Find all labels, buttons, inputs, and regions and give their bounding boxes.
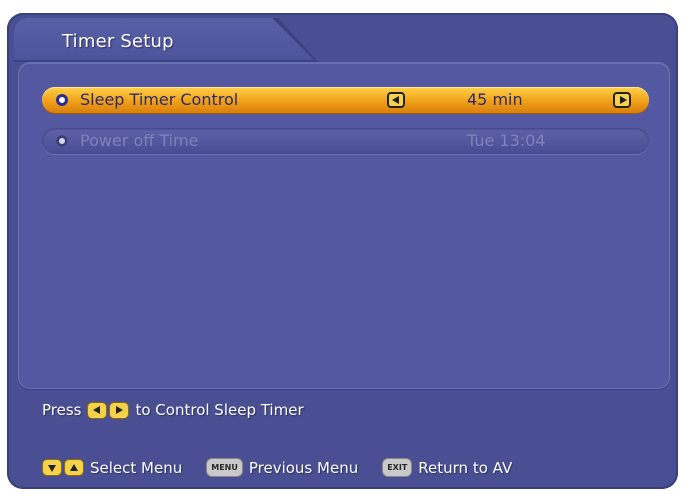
up-down-keys [42, 459, 84, 476]
bullet-icon [56, 94, 68, 106]
right-arrow-icon[interactable] [613, 92, 631, 108]
left-key-icon [87, 401, 108, 419]
hint-prefix: Press [42, 401, 82, 419]
hint-bar: Press to Control Sleep Timer [42, 401, 304, 419]
exit-key-icon: EXIT [382, 458, 413, 477]
previous-menu-label: Previous Menu [248, 458, 359, 477]
menu-item-label: Sleep Timer Control [80, 90, 239, 109]
up-key-icon [64, 459, 84, 476]
return-to-av-label: Return to AV [418, 458, 513, 477]
menu-item-value: Tue 13:04 [467, 131, 546, 150]
menu-item-sleep-timer-control[interactable]: Sleep Timer Control 45 min [42, 87, 649, 113]
menu-item-value: 45 min [467, 90, 523, 109]
hint-suffix: to Control Sleep Timer [135, 401, 304, 419]
select-menu-label: Select Menu [90, 458, 183, 477]
page-title: Timer Setup [62, 31, 174, 52]
left-right-keys [87, 401, 130, 419]
left-arrow-icon[interactable] [387, 92, 405, 108]
menu-item-power-off-time[interactable]: Power off Time Tue 13:04 [42, 128, 649, 154]
menu-key-icon: MENU [206, 458, 243, 477]
down-key-icon [42, 459, 62, 476]
right-key-icon [109, 401, 130, 419]
footer-legend: Select Menu MENU Previous Menu EXIT Retu… [42, 458, 512, 477]
bullet-icon [56, 135, 68, 147]
menu-item-label: Power off Time [80, 131, 199, 150]
